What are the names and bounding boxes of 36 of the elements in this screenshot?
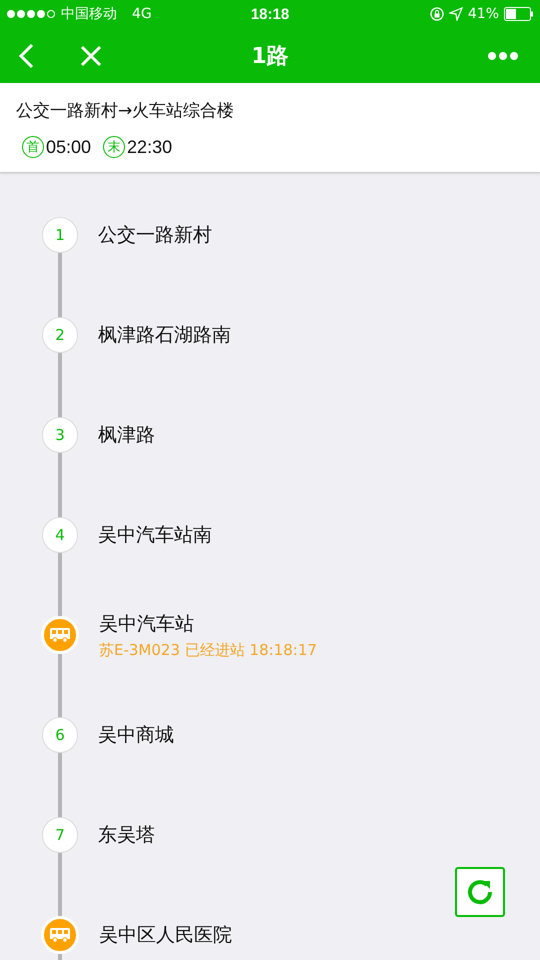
back-icon [18,42,34,68]
first-bus-label: 首 [22,136,44,158]
stop-number: 4 [42,517,78,553]
stop-number: 6 [42,717,78,753]
stop-name[interactable]: 吴中汽车站 [99,610,317,636]
stop-name[interactable]: 吴中商城 [98,722,174,748]
network-type: 4G [132,6,152,22]
signal-icon [6,9,56,19]
last-bus-label: 末 [103,136,126,158]
stop-number: 7 [42,817,78,853]
bus-arrival-info: 苏E-3M023 已经进站 18:18:17 [99,640,317,660]
location-arrow-icon [448,7,463,21]
more-icon [488,50,518,60]
status-time: 18:18 [250,6,290,22]
stop-name[interactable]: 东吴塔 [98,822,155,848]
stop-name[interactable]: 公交一路新村 [98,222,212,248]
stop-name[interactable]: 枫津路石湖路南 [98,322,231,348]
stop-name[interactable]: 吴中汽车站南 [98,522,212,548]
carrier-name: 中国移动 [61,5,117,23]
route-direction: 公交一路新村→火车站综合楼 [16,100,236,122]
bus-icon [49,627,71,643]
stop-name[interactable]: 吴中区人民医院 [99,922,232,948]
battery-percent: 41% [468,6,499,22]
rotation-lock-icon [430,7,444,21]
stop-number: 2 [42,317,78,353]
refresh-icon [466,878,494,906]
battery-icon [504,7,534,21]
stop-name[interactable]: 枫津路 [98,422,155,448]
last-bus-time: 22:30 [127,136,172,158]
refresh-button[interactable] [455,867,505,917]
bus-icon [49,927,71,943]
stop-number: 1 [42,217,78,253]
first-bus-time: 05:00 [46,136,92,158]
close-icon [80,44,102,66]
page-title: 1路 [251,42,289,70]
stop-number: 3 [42,417,78,453]
